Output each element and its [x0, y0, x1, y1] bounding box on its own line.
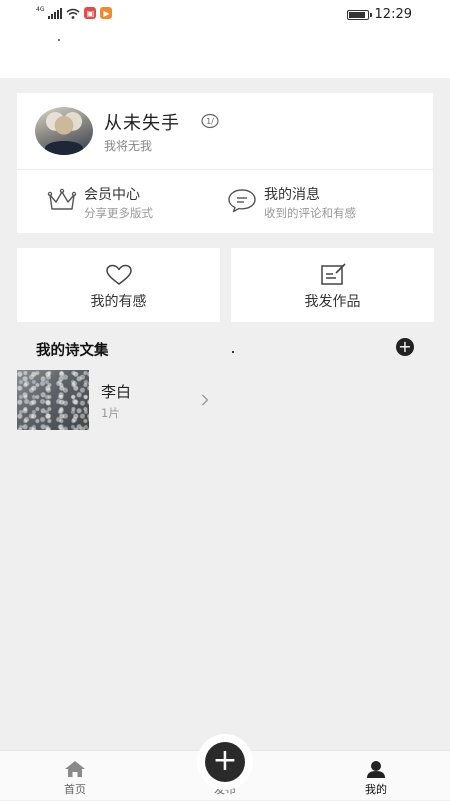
network-tag: 4G — [36, 5, 45, 13]
collection-thumbnail — [17, 370, 89, 430]
status-bar: 4G ▣ ▶ 12:29 — [0, 0, 450, 30]
app-notification-icon: ▣ — [84, 7, 97, 19]
svg-text:1/: 1/ — [206, 117, 214, 126]
message-bubble-icon — [228, 189, 256, 213]
chevron-right-icon — [202, 394, 209, 406]
video-app-notification-icon: ▶ — [100, 7, 113, 19]
my-works-label: 我发作品 — [304, 294, 361, 310]
header-dot — [58, 39, 60, 41]
tab-home[interactable]: 首页 — [35, 751, 115, 801]
edit-note-icon — [320, 263, 346, 285]
clock: 12:29 — [374, 7, 412, 22]
add-collection-button[interactable]: + — [396, 338, 414, 356]
person-icon — [367, 761, 385, 778]
user-bio: 我将无我 — [104, 139, 153, 153]
heart-icon — [105, 264, 132, 285]
my-messages-title: 我的消息 — [264, 187, 320, 203]
edit-profile-icon[interactable]: 1/ — [201, 113, 219, 129]
collection-name: 李白 — [101, 383, 132, 401]
tab-mine[interactable]: 我的 — [336, 751, 416, 801]
collection-item[interactable]: 李白 1片 — [17, 370, 417, 432]
profile-card: 从未失手 1/ 我将无我 会员中心 分享更多版式 我的消息 收到的评论和有感 — [17, 93, 433, 233]
header — [0, 30, 450, 78]
status-right: 12:29 — [346, 7, 412, 22]
signal-icon — [48, 7, 63, 19]
my-messages-link[interactable]: 我的消息 收到的评论和有感 — [227, 169, 417, 233]
tab-home-label: 首页 — [64, 783, 86, 796]
collections-section-title: 我的诗文集 — [36, 343, 109, 359]
my-likes-label: 我的有感 — [90, 294, 147, 310]
battery-icon — [346, 9, 372, 20]
member-center-title: 会员中心 — [84, 187, 140, 203]
section-dot — [232, 351, 234, 353]
plus-icon: + — [205, 742, 245, 782]
avatar[interactable] — [35, 107, 93, 155]
username[interactable]: 从未失手 — [104, 109, 180, 135]
wifi-icon — [66, 8, 80, 19]
home-icon — [65, 761, 85, 777]
member-center-subtitle: 分享更多版式 — [84, 206, 153, 220]
my-messages-subtitle: 收到的评论和有感 — [264, 206, 356, 220]
member-center-link[interactable]: 会员中心 分享更多版式 — [47, 169, 227, 233]
my-works-tile[interactable]: 我发作品 — [231, 248, 434, 322]
publish-fab[interactable]: + — [197, 734, 253, 790]
tab-mine-label: 我的 — [365, 783, 387, 796]
status-left: 4G ▣ ▶ — [36, 5, 113, 19]
my-likes-tile[interactable]: 我的有感 — [17, 248, 220, 322]
crown-icon — [47, 188, 77, 210]
collection-count: 1片 — [101, 406, 120, 420]
